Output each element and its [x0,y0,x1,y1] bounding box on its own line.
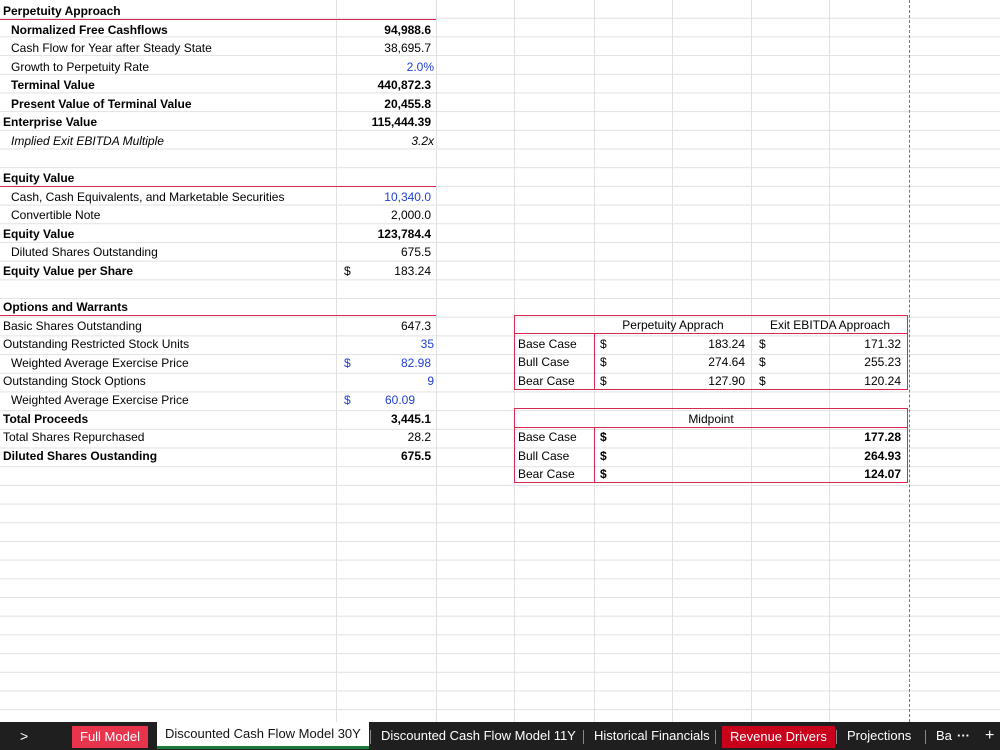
options-price-value[interactable]: 60.09 [360,391,415,409]
terminal-value[interactable]: 440,872.3 [340,76,431,94]
row-label: Terminal Value [11,78,95,92]
currency-symbol: $ [759,374,766,388]
tab-dcf-11y[interactable]: Discounted Cash Flow Model 11Y [381,722,576,750]
row-label: Total Shares Repurchased [3,430,145,444]
base-exit-value[interactable]: 171.32 [820,335,901,353]
col-exit-header: Exit EBITDA Approach [769,318,891,332]
tab-separator [836,730,837,744]
section-underline [0,315,436,316]
scenario-divider [594,334,595,390]
tab-separator [925,730,926,744]
bear-exit-value[interactable]: 120.24 [820,372,901,390]
cash-flow-steady-value[interactable]: 38,695.7 [340,39,431,57]
equity-value[interactable]: 123,784.4 [340,225,431,243]
spreadsheet-grid[interactable]: Perpetuity Approach Normalized Free Cash… [0,0,1000,722]
tab-separator [583,730,584,744]
row-label: Implied Exit EBITDA Multiple [11,134,164,148]
basic-shares-value[interactable]: 647.3 [340,317,431,335]
sheet-tab-bar: > Full Model Discounted Cash Flow Model … [0,722,1000,750]
total-proceeds-value[interactable]: 3,445.1 [340,410,431,428]
row-label: Convertible Note [11,208,101,222]
cash-value[interactable]: 10,340.0 [340,188,431,206]
currency-symbol: $ [600,467,607,481]
currency-symbol: $ [344,264,351,278]
equity-header: Equity Value [3,171,75,185]
base-perpetuity-value[interactable]: 183.24 [660,335,745,353]
rsu-value[interactable]: 35 [340,335,434,353]
scroll-tabs-icon[interactable]: > [20,722,28,750]
implied-multiple-value[interactable]: 3.2x [340,132,434,150]
section-underline [0,186,436,187]
currency-symbol: $ [600,355,607,369]
diluted-shares-value[interactable]: 675.5 [340,243,431,261]
section-underline [0,19,436,20]
midpoint-label: Bear Case [518,467,575,481]
midpoint-header: Midpoint [688,412,734,426]
diluted-shares-oustanding-value[interactable]: 675.5 [340,447,431,465]
normalized-fcf-value[interactable]: 94,988.6 [340,21,431,39]
currency-symbol: $ [600,430,607,444]
currency-symbol: $ [600,374,607,388]
page-break-line [909,0,910,722]
row-label: Cash, Cash Equivalents, and Marketable S… [11,190,285,204]
bear-perpetuity-value[interactable]: 127.90 [660,372,745,390]
scenario-label: Base Case [518,337,577,351]
equity-per-share-value[interactable]: 183.24 [360,262,431,280]
row-label: Total Proceeds [3,412,89,426]
more-tabs-icon[interactable]: ··· [957,722,970,750]
add-sheet-icon[interactable]: + [985,722,994,750]
row-label: Outstanding Restricted Stock Units [3,337,190,351]
currency-symbol: $ [759,337,766,351]
row-label: Cash Flow for Year after Steady State [11,41,212,55]
row-label: Outstanding Stock Options [3,374,146,388]
row-label: Weighted Average Exercise Price [11,393,189,407]
bear-midpoint-value[interactable]: 124.07 [780,465,901,483]
midpoint-label: Bull Case [518,449,570,463]
currency-symbol: $ [344,393,351,407]
scenario-label: Bull Case [518,355,570,369]
row-label: Normalized Free Cashflows [11,23,168,37]
row-label: Present Value of Terminal Value [11,97,192,111]
tab-projections[interactable]: Projections [847,722,911,750]
bull-exit-value[interactable]: 255.23 [820,353,901,371]
currency-symbol: $ [600,337,607,351]
tab-truncated[interactable]: Ba [936,722,952,750]
midpoint-divider [594,428,595,483]
midpoint-label: Base Case [518,430,577,444]
pv-terminal-value[interactable]: 20,455.8 [340,95,431,113]
shares-repurchased-value[interactable]: 28.2 [340,428,431,446]
tab-separator [370,730,371,744]
row-label: Growth to Perpetuity Rate [11,60,150,74]
tab-historical-financials[interactable]: Historical Financials [594,722,710,750]
row-label: Enterprise Value [3,115,98,129]
rsu-price-value[interactable]: 82.98 [360,354,431,372]
bull-midpoint-value[interactable]: 264.93 [780,447,901,465]
bull-perpetuity-value[interactable]: 274.64 [660,353,745,371]
currency-symbol: $ [344,356,351,370]
row-label: Basic Shares Outstanding [3,319,142,333]
row-label: Diluted Shares Oustanding [3,449,158,463]
currency-symbol: $ [600,449,607,463]
column-divider [336,0,337,722]
tab-dcf-30y[interactable]: Discounted Cash Flow Model 30Y [157,722,369,749]
stock-options-value[interactable]: 9 [340,372,434,390]
row-label: Equity Value per Share [3,264,134,278]
base-midpoint-value[interactable]: 177.28 [780,428,901,446]
row-label: Equity Value [3,227,75,241]
col-perpetuity-header: Perpetuity Apprach [622,318,724,332]
tab-separator [715,730,716,744]
row-label: Diluted Shares Outstanding [11,245,158,259]
currency-symbol: $ [759,355,766,369]
growth-rate-value[interactable]: 2.0% [340,58,434,76]
scenario-label: Bear Case [518,374,575,388]
row-label: Weighted Average Exercise Price [11,356,189,370]
perpetuity-header: Perpetuity Approach [3,4,121,18]
convertible-note-value[interactable]: 2,000.0 [340,206,431,224]
column-divider [436,0,437,722]
tab-revenue-drivers[interactable]: Revenue Drivers [722,726,835,748]
tab-full-model[interactable]: Full Model [72,726,148,748]
options-header: Options and Warrants [3,300,128,314]
enterprise-value[interactable]: 115,444.39 [340,113,431,131]
